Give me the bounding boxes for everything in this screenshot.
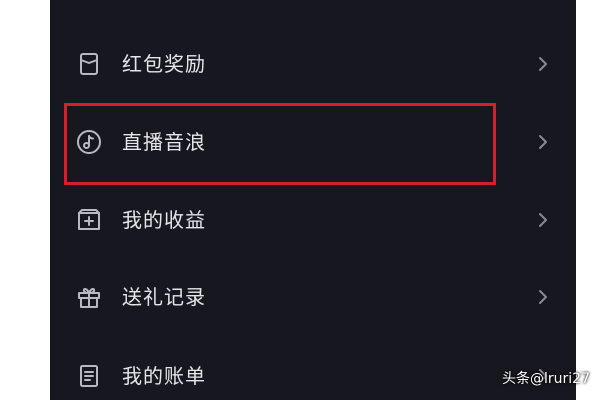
menu-item-label: 我的账单 xyxy=(122,364,206,388)
sound-wave-note-icon xyxy=(76,129,102,155)
phone-screen: 红包奖励 直播音浪 我的收益 送礼记录 我的账单 xyxy=(50,0,576,400)
chevron-right-icon xyxy=(536,287,550,307)
watermark: 头条@lruri27 xyxy=(502,371,590,387)
menu-item-label: 直播音浪 xyxy=(122,130,206,154)
menu-item-my-bills[interactable]: 我的账单 xyxy=(50,346,576,400)
menu-item-my-earnings[interactable]: 我的收益 xyxy=(50,190,576,250)
menu-item-label: 红包奖励 xyxy=(122,52,206,76)
menu-item-label: 送礼记录 xyxy=(122,285,206,309)
menu-item-live-sound-waves[interactable]: 直播音浪 xyxy=(50,112,576,172)
menu-item-red-packet-rewards[interactable]: 红包奖励 xyxy=(50,34,576,94)
page: 红包奖励 直播音浪 我的收益 送礼记录 我的账单 头条@lruri27 xyxy=(0,0,600,400)
red-packet-icon xyxy=(76,51,102,77)
chevron-right-icon xyxy=(536,132,550,152)
menu-item-gift-history[interactable]: 送礼记录 xyxy=(50,267,576,327)
chevron-right-icon xyxy=(536,54,550,74)
gift-icon xyxy=(76,284,102,310)
bill-icon xyxy=(76,363,102,389)
earnings-icon xyxy=(76,207,102,233)
menu-item-label: 我的收益 xyxy=(122,208,206,232)
chevron-right-icon xyxy=(536,210,550,230)
